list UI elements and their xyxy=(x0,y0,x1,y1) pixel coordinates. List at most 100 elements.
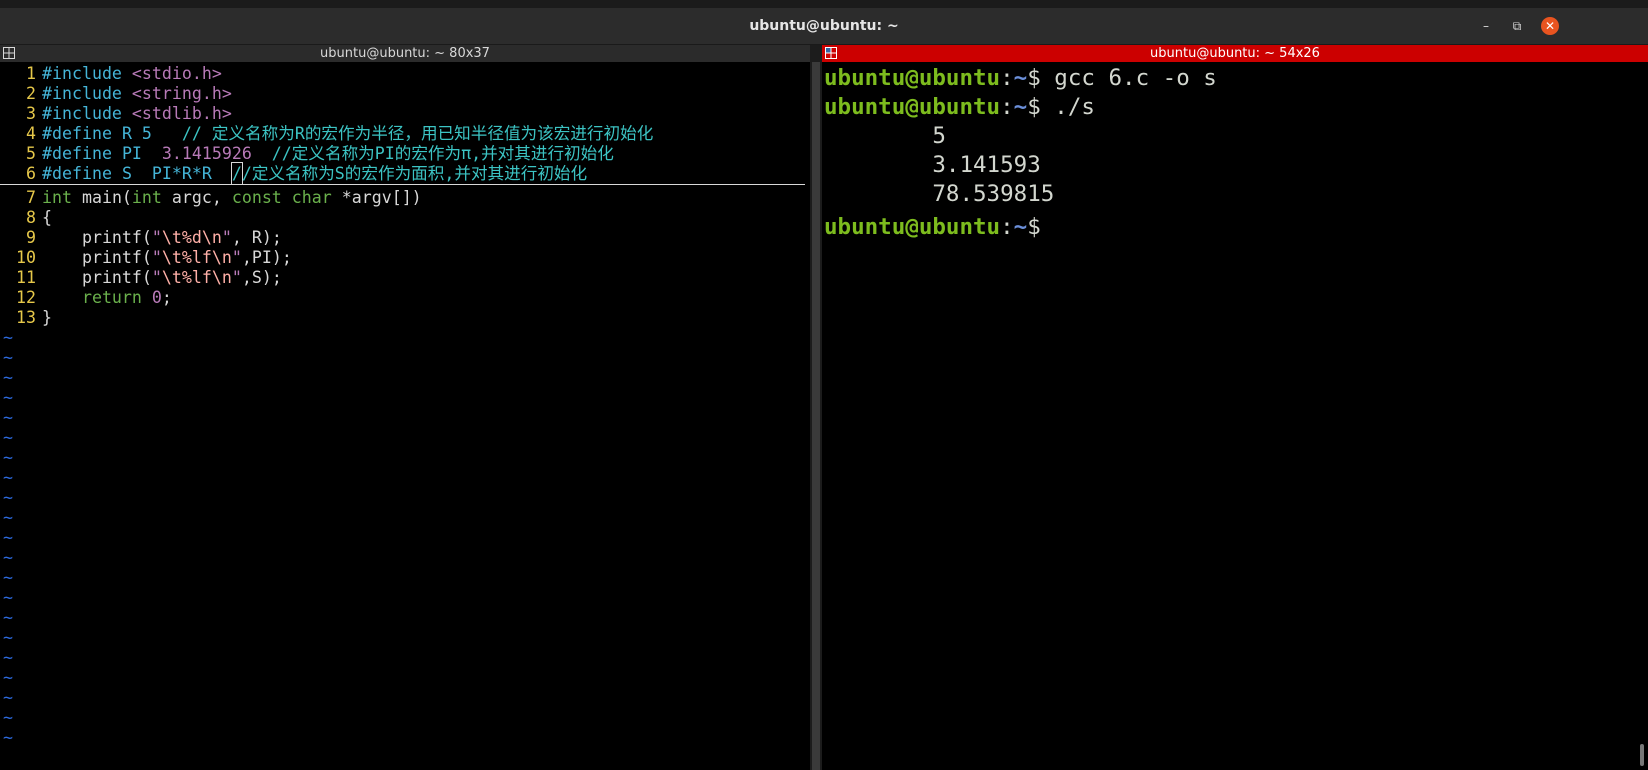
line-number: 6 xyxy=(26,164,36,183)
code-token: \n xyxy=(211,248,232,267)
right-pane-title-text: ubuntu@ubuntu: ~ 54x26 xyxy=(1150,46,1320,61)
terminal-line: ubuntu@ubuntu:~$ gcc 6.c -o s xyxy=(824,63,1217,93)
code-token: " xyxy=(231,268,242,287)
terminal-scrollbar[interactable] xyxy=(1637,63,1648,770)
tilde-line: ~ xyxy=(3,468,13,487)
line-number: 2 xyxy=(26,84,36,103)
close-icon[interactable]: ✕ xyxy=(1541,17,1559,35)
maximize-icon[interactable]: ⧉ xyxy=(1508,17,1526,35)
code-line: 5 #define PI 3.1415926 //定义名称为PI的宏作为π,并对其… xyxy=(0,143,614,164)
code-line: 11 printf("\t%lf\n",S); xyxy=(0,267,282,288)
pane-splitter[interactable] xyxy=(810,45,822,770)
code-token: } xyxy=(42,308,52,327)
code-token: <stdio.h> xyxy=(131,64,222,83)
code-token: const char xyxy=(231,188,342,207)
code-line: 9 printf("\t%d\n", R); xyxy=(0,227,282,248)
code-token: \t xyxy=(161,248,182,267)
code-token: " xyxy=(151,228,162,247)
terminal-line: ubuntu@ubuntu:~$ xyxy=(824,208,1067,240)
tilde-line: ~ xyxy=(3,728,13,747)
scrollbar-thumb[interactable] xyxy=(1640,744,1644,766)
prompt-path: ~ xyxy=(1013,214,1028,240)
code-token: #define xyxy=(42,164,122,183)
code-token: ,S); xyxy=(241,268,282,287)
code-comment: // 定义名称为R的宏作为半径，用已知半径值为该宏进行初始化 xyxy=(181,124,654,143)
text-cursor: / xyxy=(230,162,243,185)
code-line: 2 #include <string.h> xyxy=(0,83,232,104)
code-token: #include xyxy=(42,64,132,83)
code-token: printf( xyxy=(42,228,152,247)
code-token: int xyxy=(131,188,172,207)
split-pane-icon[interactable] xyxy=(825,47,837,59)
code-token: , R); xyxy=(231,228,282,247)
line-number: 3 xyxy=(26,104,36,123)
line-number: 7 xyxy=(26,188,36,207)
prompt-user: ubuntu@ubuntu xyxy=(824,94,1001,120)
code-token: %lf xyxy=(181,268,212,287)
code-line: 6 #define S PI*R*R //定义名称为S的宏作为面积,并对其进行初始… xyxy=(0,162,587,185)
prompt-sep: : xyxy=(1000,214,1014,240)
code-line: 1 #include <stdio.h> xyxy=(0,63,222,84)
command-text: ./s xyxy=(1054,94,1095,120)
code-token: <string.h> xyxy=(131,84,232,103)
tilde-line: ~ xyxy=(3,508,13,527)
code-token: main( xyxy=(81,188,132,207)
code-token: \n xyxy=(211,268,232,287)
code-token: return xyxy=(42,288,152,307)
terminal-output-line: 78.539815 xyxy=(824,181,1055,207)
prompt-user: ubuntu@ubuntu xyxy=(824,214,1001,240)
line-number: 9 xyxy=(26,228,36,247)
line-number: 11 xyxy=(16,268,36,287)
splitter-handle[interactable] xyxy=(812,62,820,770)
code-token: #include xyxy=(42,84,132,103)
tilde-line: ~ xyxy=(3,328,13,347)
prompt-user: ubuntu@ubuntu xyxy=(824,65,1001,91)
terminal-output[interactable]: ubuntu@ubuntu:~$ gcc 6.c -o s ubuntu@ubu… xyxy=(824,63,1636,770)
prompt-path: ~ xyxy=(1013,65,1028,91)
prompt-sep: : xyxy=(1000,65,1014,91)
code-line: 7 int main(int argc, const char *argv[]) xyxy=(0,187,422,208)
code-token: %d xyxy=(181,228,202,247)
tilde-line: ~ xyxy=(3,628,13,647)
tilde-line: ~ xyxy=(3,388,13,407)
cursor-line-underline xyxy=(0,184,805,185)
line-number: 10 xyxy=(16,248,36,267)
tilde-line: ~ xyxy=(3,568,13,587)
minimize-icon[interactable]: – xyxy=(1477,17,1495,35)
tilde-line: ~ xyxy=(3,608,13,627)
terminal-output-line: 3.141593 xyxy=(824,152,1041,178)
code-token: \n xyxy=(201,228,222,247)
terminal-output-line: 5 xyxy=(824,123,946,149)
line-number: 4 xyxy=(26,124,36,143)
left-pane-title[interactable]: ubuntu@ubuntu: ~ 80x37 xyxy=(0,45,810,62)
code-token: <stdlib.h> xyxy=(131,104,232,123)
tilde-line: ~ xyxy=(3,708,13,727)
code-line: 8{ xyxy=(0,207,52,228)
tilde-line: ~ xyxy=(3,648,13,667)
prompt-dollar: $ xyxy=(1027,94,1055,120)
code-comment: //定义名称为PI的宏作为π,并对其进行初始化 xyxy=(251,144,614,163)
code-token: S PI*R*R xyxy=(121,164,232,183)
right-pane-title[interactable]: ubuntu@ubuntu: ~ 54x26 xyxy=(822,45,1648,62)
code-token: *argv[]) xyxy=(341,188,422,207)
tilde-line: ~ xyxy=(3,528,13,547)
prompt-sep: : xyxy=(1000,94,1014,120)
split-pane-icon[interactable] xyxy=(3,47,15,59)
code-token: #define xyxy=(42,144,122,163)
tilde-line: ~ xyxy=(3,368,13,387)
window-titlebar[interactable]: ubuntu@ubuntu: ~ – ⧉ ✕ xyxy=(0,8,1648,45)
code-token: { xyxy=(42,208,52,227)
code-token: printf( xyxy=(42,268,152,287)
command-text: gcc 6.c -o s xyxy=(1054,65,1217,91)
code-line: 3 #include <stdlib.h> xyxy=(0,103,232,124)
code-token: printf( xyxy=(42,248,152,267)
prompt-dollar: $ xyxy=(1027,65,1055,91)
code-token: " xyxy=(151,268,162,287)
left-pane-title-text: ubuntu@ubuntu: ~ 80x37 xyxy=(320,46,490,61)
terminal-line: ubuntu@ubuntu:~$ ./s xyxy=(824,92,1095,122)
tilde-line: ~ xyxy=(3,448,13,467)
code-token: ,PI); xyxy=(241,248,292,267)
code-token: int xyxy=(42,188,82,207)
vim-editor[interactable]: 1 #include <stdio.h> 2 #include <string.h>… xyxy=(0,63,810,770)
code-token: %lf xyxy=(181,248,212,267)
